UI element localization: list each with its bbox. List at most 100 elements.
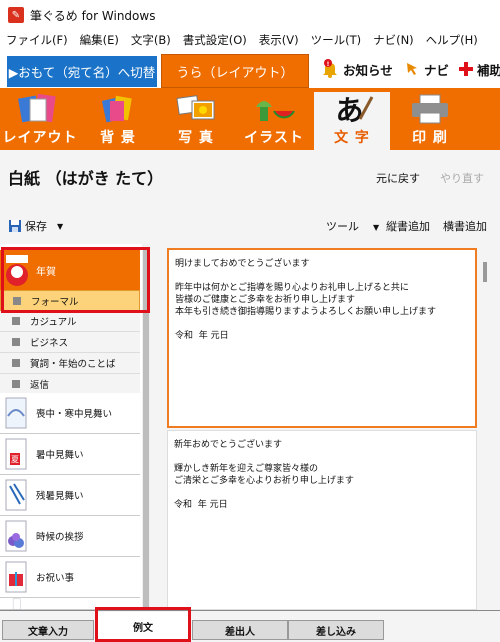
category-mochu[interactable]: 喪中・寒中見舞い xyxy=(0,393,140,434)
card-line xyxy=(175,318,469,330)
tab-example-text[interactable]: 例文 xyxy=(97,612,189,640)
subitem-business[interactable]: ビジネス xyxy=(0,332,140,353)
ura-layout-tab[interactable]: うら（レイアウト） xyxy=(161,54,309,88)
menu-edit[interactable]: 編集(E) xyxy=(74,32,125,48)
save-label: 保存 xyxy=(25,220,47,233)
subitem-label: フォーマル xyxy=(31,296,79,308)
card-thumb-icon xyxy=(5,479,27,511)
hojo-link[interactable]: 補助 xyxy=(458,58,500,80)
menu-file[interactable]: ファイル(F) xyxy=(0,32,74,48)
add-vertical-text-button[interactable]: 縦書追加 xyxy=(386,218,430,234)
ribbon-label: 写 真 xyxy=(178,130,214,146)
example-card-1[interactable]: 明けましておめでとうございます 昨年中は何かとご指導を賜り心よりお礼申し上げると… xyxy=(167,248,477,428)
ribbon-label: 背 景 xyxy=(100,130,136,146)
card-line: 令和 年 元日 xyxy=(174,500,228,510)
menu-format[interactable]: 書式設定(O) xyxy=(177,32,253,48)
pointer-icon xyxy=(407,63,417,75)
menu-view[interactable]: 表示(V) xyxy=(253,32,305,48)
tab-sender[interactable]: 差出人 xyxy=(192,620,288,640)
content-scrollbar-thumb[interactable] xyxy=(483,262,487,282)
add-horizontal-text-button[interactable]: 横書追加 xyxy=(443,218,487,234)
background-icon xyxy=(101,95,132,123)
tools-dropdown[interactable]: ツール ▼ xyxy=(326,218,379,234)
category-zansho[interactable]: 残暑見舞い xyxy=(0,475,140,516)
ribbon-label: レイアウト xyxy=(2,130,78,146)
undo-button[interactable]: 元に戻す xyxy=(376,170,420,186)
page-title: 白紙 （はがき たて） xyxy=(8,169,164,188)
card-thumb-icon xyxy=(12,598,21,609)
redo-button[interactable]: やり直す xyxy=(440,170,484,186)
category-nenga[interactable]: 年賀 xyxy=(0,250,140,291)
navi-link[interactable]: ナビ xyxy=(405,58,449,80)
hojo-label: 補助 xyxy=(477,62,500,78)
category-oiwai[interactable]: お祝い事 xyxy=(0,557,140,598)
ribbon-background-button[interactable]: 背 景 xyxy=(80,92,156,150)
ribbon-illust-button[interactable]: イラスト xyxy=(236,92,312,150)
category-label: 喪中・寒中見舞い xyxy=(36,409,113,420)
ribbon-label: イラスト xyxy=(244,130,304,146)
category-next[interactable] xyxy=(0,598,140,610)
card-line xyxy=(175,270,469,282)
tab-insert[interactable]: 差し込み xyxy=(288,620,384,640)
example-card-2[interactable]: 新年おめでとうございます 輝かしき新年を迎えご尊家皆々様の ご清栄とご多幸を心よ… xyxy=(167,430,477,610)
card-line: 令和 年 元日 xyxy=(175,331,229,341)
svg-text:あ: あ xyxy=(335,94,364,125)
card-thumb-icon xyxy=(5,397,27,429)
photo-icon xyxy=(176,95,215,120)
menu-bar: ファイル(F) 編集(E) 文字(B) 書式設定(O) 表示(V) ツール(T)… xyxy=(0,30,500,50)
app-icon: ✎ xyxy=(8,7,24,23)
subitem-formal[interactable]: フォーマル xyxy=(0,290,140,311)
bullet-icon xyxy=(12,359,20,367)
floppy-icon xyxy=(9,220,21,232)
category-label: 残暑見舞い xyxy=(36,491,84,502)
card-thumb-icon: 夏 xyxy=(5,438,27,470)
chevron-down-icon: ▼ xyxy=(373,223,380,232)
ribbon-label: 印 刷 xyxy=(412,130,448,146)
subitem-gashi[interactable]: 賀詞・年始のことば xyxy=(0,353,140,374)
subitem-casual[interactable]: カジュアル xyxy=(0,311,140,332)
ribbon-print-button[interactable]: 印 刷 xyxy=(392,92,468,150)
ribbon-label: 文 字 xyxy=(334,130,370,146)
bullet-icon xyxy=(12,380,20,388)
category-label: 年賀 xyxy=(36,266,56,278)
layout-icon xyxy=(18,93,56,123)
notice-link[interactable]: ! お知らせ xyxy=(320,58,393,80)
ribbon-text-button[interactable]: あ 文 字 xyxy=(314,92,390,150)
category-shochu[interactable]: 夏 暑中見舞い xyxy=(0,434,140,475)
bell-icon: ! xyxy=(323,59,337,78)
svg-text:夏: 夏 xyxy=(11,455,19,464)
svg-text:!: ! xyxy=(327,61,330,68)
bullet-icon xyxy=(12,338,20,346)
sidebar-scrollbar-thumb[interactable] xyxy=(143,248,149,608)
ribbon-layout-button[interactable]: レイアウト xyxy=(2,92,78,150)
card-line: 本年も引き続き御指導賜りますようよろしくお願い申し上げます xyxy=(175,307,437,317)
card-line: 新年おめでとうございます xyxy=(174,440,283,450)
printer-icon xyxy=(412,94,448,124)
bullet-icon xyxy=(12,317,20,325)
window-title: 筆ぐるめ for Windows xyxy=(30,8,156,23)
card-line: 明けましておめでとうございます xyxy=(175,259,310,269)
card-thumb-icon xyxy=(5,520,27,552)
plus-icon xyxy=(459,62,473,76)
menu-tools[interactable]: ツール(T) xyxy=(305,32,368,48)
card-line: ご清栄とご多幸を心よりお祈り申し上げます xyxy=(174,476,354,486)
ribbon-photo-button[interactable]: 写 真 xyxy=(158,92,234,150)
card-line: 輝かしき新年を迎えご尊家皆々様の xyxy=(174,464,319,474)
menu-help[interactable]: ヘルプ(H) xyxy=(420,32,484,48)
subitem-label: 賀詞・年始のことば xyxy=(30,359,116,370)
illust-icon xyxy=(256,101,295,121)
subitem-label: ビジネス xyxy=(30,338,69,349)
bullet-icon xyxy=(13,296,21,305)
card-thumb-icon xyxy=(5,561,27,593)
menu-text[interactable]: 文字(B) xyxy=(125,32,177,48)
category-label: 時候の挨拶 xyxy=(36,532,84,543)
save-button[interactable]: 保存 ▼ xyxy=(8,218,63,234)
daruma-icon xyxy=(6,255,28,286)
tab-text-input[interactable]: 文章入力 xyxy=(2,620,94,640)
chevron-down-icon: ▼ xyxy=(57,221,64,231)
omote-switch-tab[interactable]: ▶おもて（宛て名）へ切替 xyxy=(7,56,157,87)
subitem-reply[interactable]: 返信 xyxy=(0,374,140,395)
category-jiko[interactable]: 時候の挨拶 xyxy=(0,516,140,557)
menu-navi[interactable]: ナビ(N) xyxy=(367,32,420,48)
tools-label: ツール xyxy=(326,220,359,233)
